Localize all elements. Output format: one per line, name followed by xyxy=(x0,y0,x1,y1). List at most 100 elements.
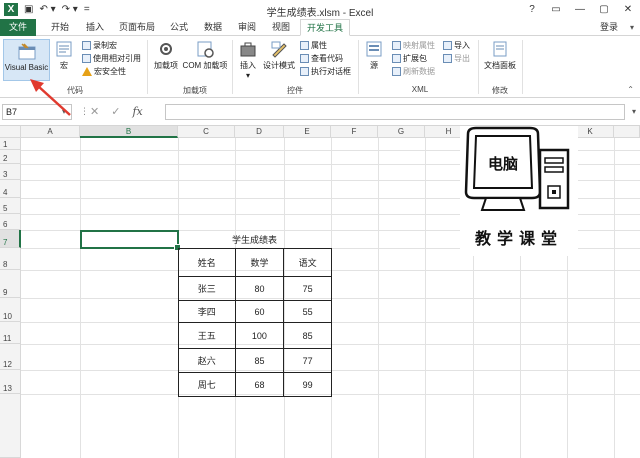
table-cell[interactable]: 100 xyxy=(234,322,285,349)
table-row: 王五 100 85 xyxy=(178,322,332,349)
table-cell[interactable]: 60 xyxy=(234,300,285,323)
column-header[interactable]: F xyxy=(331,126,378,138)
login-link[interactable]: 登录 xyxy=(600,19,618,36)
visual-basic-label: Visual Basic xyxy=(4,63,49,72)
row-header[interactable]: 4 xyxy=(0,180,21,198)
row-header[interactable]: 3 xyxy=(0,164,21,180)
row-header[interactable]: 2 xyxy=(0,150,21,164)
xml-source-button[interactable]: 源 xyxy=(362,40,386,71)
cancel-icon[interactable]: ✕ xyxy=(90,104,99,120)
chevron-down-icon[interactable]: ▾ xyxy=(632,104,636,120)
column-header[interactable]: A xyxy=(21,126,80,138)
design-mode-button[interactable]: 设计模式 xyxy=(262,40,296,71)
export-icon xyxy=(443,54,452,63)
header-cell[interactable]: 语文 xyxy=(283,248,332,277)
table-cell[interactable]: 85 xyxy=(283,322,332,349)
table-cell[interactable]: 85 xyxy=(234,348,285,373)
tab-home[interactable]: 开始 xyxy=(44,19,76,36)
table-cell[interactable]: 王五 xyxy=(178,322,236,349)
tab-insert[interactable]: 插入 xyxy=(80,19,110,36)
toolbox-icon xyxy=(240,42,256,57)
insert-function-icon[interactable]: fx xyxy=(132,104,142,120)
column-header[interactable]: B xyxy=(80,126,178,138)
collapse-ribbon-icon[interactable]: ⌃ xyxy=(627,85,634,94)
tab-file[interactable]: 文件 xyxy=(0,19,36,36)
table-cell[interactable]: 周七 xyxy=(178,372,236,397)
document-panel-button[interactable]: 文档面板 xyxy=(482,40,518,71)
tab-developer[interactable]: 开发工具 xyxy=(300,19,350,36)
macros-button[interactable]: 宏 xyxy=(53,40,75,71)
group-label-code: 代码 xyxy=(67,86,83,95)
table-row: 张三 80 75 xyxy=(178,276,332,301)
tab-view[interactable]: 视图 xyxy=(266,19,296,36)
row-header[interactable]: 5 xyxy=(0,198,21,214)
chevron-down-icon: ▾ xyxy=(245,71,250,80)
view-code-button[interactable]: 查看代码 xyxy=(300,53,343,64)
expansion-pack-icon xyxy=(392,54,401,63)
row-header[interactable]: 1 xyxy=(0,138,21,150)
visual-basic-button[interactable]: Visual Basic xyxy=(3,39,50,81)
ribbon-tabs: 文件 开始 插入 页面布局 公式 数据 审阅 视图 开发工具 登录 ▾ xyxy=(0,19,640,36)
logo-caption: 教学课堂 xyxy=(475,229,563,248)
row-header[interactable]: 13 xyxy=(0,370,21,394)
relative-reference-button[interactable]: 使用相对引用 xyxy=(82,53,141,64)
minimize-icon[interactable]: — xyxy=(568,0,592,19)
column-header[interactable]: C xyxy=(178,126,235,138)
column-header[interactable]: E xyxy=(284,126,331,138)
maximize-icon[interactable]: ▢ xyxy=(592,0,616,19)
close-icon[interactable]: ✕ xyxy=(616,0,640,19)
table-cell[interactable]: 张三 xyxy=(178,276,236,301)
row-header[interactable]: 12 xyxy=(0,344,21,370)
properties-button[interactable]: 属性 xyxy=(300,40,327,51)
ribbon-display-icon[interactable]: ▭ xyxy=(544,0,568,19)
computer-teaching-logo[interactable]: 电脑 教学课堂 xyxy=(460,126,578,256)
table-cell[interactable]: 68 xyxy=(234,372,285,397)
com-add-in-icon xyxy=(197,41,214,58)
row-header[interactable]: 6 xyxy=(0,214,21,230)
row-header[interactable]: 11 xyxy=(0,322,21,344)
export-button[interactable]: 导出 xyxy=(443,53,470,64)
table-header-row: 姓名 数学 语文 xyxy=(178,248,332,277)
row-header[interactable]: 9 xyxy=(0,270,21,298)
column-header-overflow xyxy=(614,126,640,138)
refresh-data-button[interactable]: 刷新数据 xyxy=(392,66,435,77)
import-button[interactable]: 导入 xyxy=(443,40,470,51)
tab-data[interactable]: 数据 xyxy=(198,19,228,36)
help-icon[interactable]: ? xyxy=(520,0,544,19)
row-header[interactable]: 7 xyxy=(0,230,21,248)
warning-icon xyxy=(82,67,92,76)
enter-icon[interactable]: ✓ xyxy=(111,104,120,120)
header-cell[interactable]: 姓名 xyxy=(178,248,236,277)
expansion-packs-button[interactable]: 扩展包 xyxy=(392,53,427,64)
xml-source-icon xyxy=(366,41,382,57)
row-header[interactable]: 8 xyxy=(0,248,21,270)
formula-input[interactable] xyxy=(165,104,625,120)
column-header[interactable]: D xyxy=(235,126,284,138)
table-cell[interactable]: 75 xyxy=(283,276,332,301)
macro-security-button[interactable]: 宏安全性 xyxy=(82,66,126,77)
table-cell[interactable]: 李四 xyxy=(178,300,236,323)
tab-page-layout[interactable]: 页面布局 xyxy=(114,19,160,36)
map-properties-button[interactable]: 映射属性 xyxy=(392,40,435,51)
run-dialog-button[interactable]: 执行对话框 xyxy=(300,66,351,77)
record-macro-button[interactable]: 录制宏 xyxy=(82,40,117,51)
chevron-down-icon[interactable]: ▾ xyxy=(630,19,634,36)
column-header[interactable]: G xyxy=(378,126,425,138)
header-cell[interactable]: 数学 xyxy=(234,248,285,277)
row-header[interactable]: 10 xyxy=(0,298,21,322)
select-all-corner[interactable] xyxy=(0,126,21,138)
selected-cell[interactable] xyxy=(80,230,181,251)
insert-control-button[interactable]: 插入 ▾ xyxy=(236,40,260,80)
table-cell[interactable]: 80 xyxy=(234,276,285,301)
tab-review[interactable]: 审阅 xyxy=(232,19,262,36)
table-row: 周七 68 99 xyxy=(178,372,332,397)
add-ins-button[interactable]: 加载项 xyxy=(151,40,181,71)
resize-handle-icon[interactable]: ⋮ xyxy=(80,106,89,117)
table-cell[interactable]: 99 xyxy=(283,372,332,397)
chevron-down-icon[interactable]: ▾ xyxy=(62,104,66,120)
table-cell[interactable]: 77 xyxy=(283,348,332,373)
tab-formulas[interactable]: 公式 xyxy=(164,19,194,36)
table-cell[interactable]: 55 xyxy=(283,300,332,323)
table-cell[interactable]: 赵六 xyxy=(178,348,236,373)
com-add-ins-button[interactable]: COM 加载项 xyxy=(182,40,228,71)
